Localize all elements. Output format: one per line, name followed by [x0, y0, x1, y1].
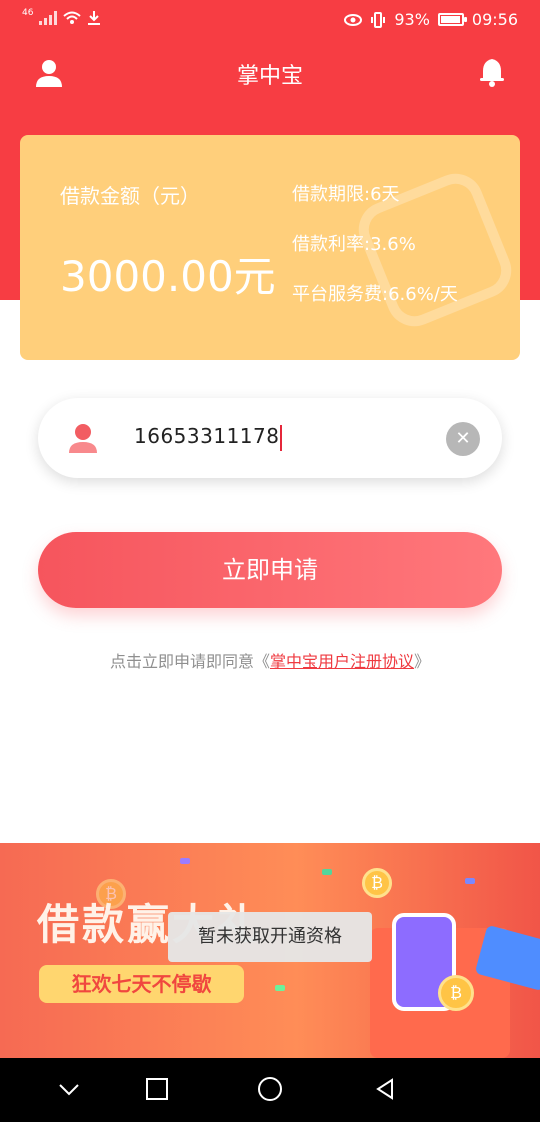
apply-button[interactable]: 立即申请 — [38, 532, 502, 608]
toast-message: 暂未获取开通资格 — [168, 912, 372, 962]
confetti-decoration — [275, 985, 285, 991]
back-icon[interactable] — [58, 1078, 80, 1100]
home-icon[interactable] — [146, 1078, 168, 1100]
loan-rate: 借款利率:3.6% — [292, 234, 416, 255]
app-bar: 掌中宝 — [0, 44, 540, 102]
confetti-decoration — [322, 869, 332, 875]
banner-subtitle: 狂欢七天不停歇 — [39, 965, 244, 1003]
network-type-label: 46 — [22, 7, 34, 18]
vibrate-icon — [371, 11, 386, 28]
phone-input[interactable]: 16653311178 ✕ — [38, 398, 502, 478]
loan-amount-label: 借款金额（元） — [60, 184, 200, 208]
phone-number-text: 16653311178 — [134, 424, 280, 448]
clear-icon[interactable]: ✕ — [446, 422, 480, 456]
service-fee: 平台服务费:6.6%/天 — [292, 284, 458, 305]
text-caret — [280, 424, 283, 451]
agreement-link[interactable]: 掌中宝用户注册协议 — [270, 652, 414, 671]
phone-number-value[interactable]: 16653311178 — [134, 424, 283, 451]
loan-terms: 借款期限:6天 借款利率:3.6% 平台服务费:6.6%/天 — [292, 180, 458, 330]
loan-amount-value: 3000.00元 — [60, 252, 276, 301]
battery-percent: 93% — [394, 10, 430, 29]
status-time: 09:56 — [471, 10, 518, 29]
recents-icon[interactable] — [258, 1077, 282, 1101]
signal-icon — [39, 10, 58, 25]
system-navigation-bar — [0, 1058, 540, 1122]
status-bar: 46 93% 09:56 — [0, 0, 540, 42]
app-title: 掌中宝 — [236, 64, 303, 89]
confetti-decoration — [465, 878, 475, 884]
agreement-prefix: 点击立即申请即同意《 — [109, 652, 270, 671]
status-left: 46 — [22, 7, 101, 25]
wifi-icon — [63, 11, 82, 24]
coin-icon: ₿ — [438, 975, 474, 1011]
avatar-icon — [69, 424, 97, 453]
download-icon — [88, 11, 101, 25]
triangle-back-icon[interactable] — [374, 1078, 396, 1100]
agreement-text: 点击立即申请即同意《掌中宝用户注册协议》 — [0, 648, 540, 672]
coin-icon: ₿ — [362, 868, 392, 898]
confetti-decoration — [180, 858, 190, 864]
status-right: 93% 09:56 — [344, 10, 518, 29]
loan-summary-card: 借款金额（元） 3000.00元 借款期限:6天 借款利率:3.6% 平台服务费… — [20, 135, 520, 360]
agreement-suffix: 》 — [414, 652, 431, 671]
battery-icon — [437, 13, 467, 26]
app-screen: 46 93% 09:56 掌中宝 借款金额（元） 3000.00元 借款期限:6… — [0, 0, 540, 1122]
loan-term: 借款期限:6天 — [292, 184, 400, 205]
bell-icon[interactable] — [478, 57, 506, 87]
eye-icon — [344, 13, 363, 26]
